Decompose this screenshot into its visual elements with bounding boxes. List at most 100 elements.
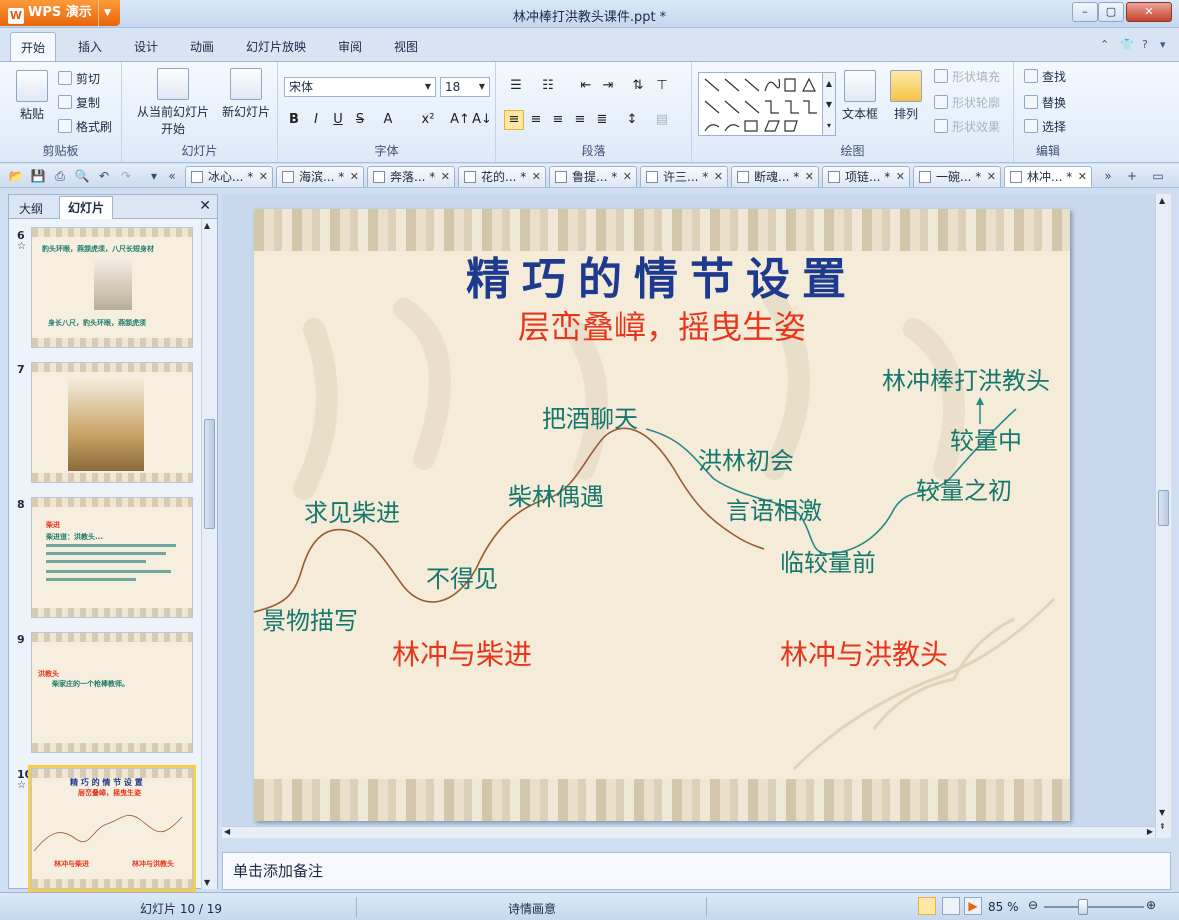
close-pane-icon[interactable]: ✕ — [199, 198, 211, 214]
tab-animation[interactable]: 动画 — [190, 38, 214, 55]
strikethrough-button[interactable]: S — [350, 110, 370, 130]
paste-button[interactable]: 粘贴 — [12, 70, 52, 122]
plot-label[interactable]: 景物描写 — [262, 601, 358, 636]
horizontal-scrollbar[interactable]: ◀ ▶ — [222, 826, 1155, 838]
zoom-out-icon[interactable]: ⊖ — [1028, 898, 1038, 912]
italic-button[interactable]: I — [306, 110, 326, 130]
superscript-icon[interactable]: x² — [418, 110, 438, 130]
text-direction-icon[interactable]: ⇅ — [628, 76, 648, 96]
notes-pane[interactable]: 单击添加备注 — [222, 852, 1171, 890]
plot-label[interactable]: 不得见 — [426, 559, 498, 594]
close-tab-icon[interactable]: ✕ — [805, 167, 814, 187]
slideshow-icon[interactable]: ▶ — [964, 897, 982, 915]
tab-insert[interactable]: 插入 — [78, 38, 102, 55]
slide-thumbnail[interactable]: 洪教头 柴家庄的一个枪棒教师。 — [31, 632, 193, 753]
justify-button[interactable]: ≡ — [570, 110, 590, 130]
font-color-icon[interactable]: A — [378, 110, 398, 130]
open-icon[interactable]: 📂 — [8, 168, 24, 184]
save-icon[interactable]: 💾 — [30, 168, 46, 184]
doc-tab[interactable]: 鲁提... * ✕ — [549, 166, 637, 187]
close-tab-icon[interactable]: ✕ — [1078, 167, 1087, 187]
doc-tab[interactable]: 花的... * ✕ — [458, 166, 546, 187]
undo-icon[interactable]: ↶ — [96, 168, 112, 184]
zoom-slider-handle[interactable] — [1078, 899, 1088, 915]
plot-label[interactable]: 较量中 — [950, 421, 1022, 456]
plot-label[interactable]: 林冲棒打洪教头 — [882, 361, 1050, 396]
replace-button[interactable]: 替换 — [1024, 94, 1066, 111]
bullet-list-icon[interactable]: ☰ — [506, 76, 526, 96]
plot-label[interactable]: 言语相激 — [726, 491, 822, 526]
format-painter-button[interactable]: 格式刷 — [58, 118, 112, 135]
copy-button[interactable]: 复制 — [58, 94, 100, 111]
close-tab-icon[interactable]: ✕ — [259, 167, 268, 187]
maximize-button[interactable]: ▢ — [1098, 2, 1124, 22]
tab-home[interactable]: 开始 — [10, 32, 57, 62]
close-tab-icon[interactable]: ✕ — [350, 167, 359, 187]
slide-thumbnail[interactable]: 豹头环眼，燕颔虎须，八尺长短身材 身长八尺，豹头环眼，燕颔虎须 — [31, 227, 193, 348]
scroll-thumb[interactable] — [204, 419, 215, 529]
shapes-scroll[interactable]: ▲ ▼ ▾ — [822, 72, 836, 136]
underline-button[interactable]: U — [328, 110, 348, 130]
cut-button[interactable]: 剪切 — [58, 70, 100, 87]
align-left-button[interactable]: ≡ — [504, 110, 524, 130]
zoom-slider-track[interactable] — [1044, 906, 1144, 908]
tab-view[interactable]: 视图 — [394, 38, 418, 55]
doc-tab[interactable]: 奔落... * ✕ — [367, 166, 455, 187]
slide-sorter-icon[interactable] — [942, 897, 960, 915]
previous-slide-icon[interactable]: ⇞ — [1159, 822, 1166, 831]
new-slide-button[interactable]: 新幻灯片 — [218, 68, 274, 120]
normal-view-icon[interactable] — [918, 897, 936, 915]
zoom-in-icon[interactable]: ⊕ — [1146, 898, 1156, 912]
new-tab-icon[interactable]: + — [1124, 168, 1140, 184]
numbered-list-icon[interactable]: ☷ — [538, 76, 558, 96]
scroll-down-icon[interactable]: ▼ — [204, 878, 210, 887]
textbox-button[interactable]: 文本框 — [838, 70, 882, 122]
help-dropdown-icon[interactable]: ▾ — [1160, 38, 1166, 51]
font-size-select[interactable]: 18 ▼ — [440, 77, 490, 97]
doc-tab[interactable]: 许三... * ✕ — [640, 166, 728, 187]
close-tab-icon[interactable]: ✕ — [441, 167, 450, 187]
font-family-select[interactable]: 宋体 ▼ — [284, 77, 436, 97]
print-preview-icon[interactable]: 🔍 — [74, 168, 90, 184]
shapes-gallery[interactable] — [698, 72, 828, 136]
close-tab-icon[interactable]: ✕ — [532, 167, 541, 187]
distributed-button[interactable]: ≣ — [592, 110, 612, 130]
tab-list-icon[interactable]: ▭ — [1150, 168, 1166, 184]
close-tab-icon[interactable]: ✕ — [714, 167, 723, 187]
section-label-left[interactable]: 林冲与柴进 — [392, 633, 532, 673]
close-tab-icon[interactable]: ✕ — [896, 167, 905, 187]
scroll-left-icon[interactable]: ◀ — [224, 827, 230, 836]
align-right-button[interactable]: ≡ — [548, 110, 568, 130]
scroll-tabs-right-icon[interactable]: » — [1100, 168, 1116, 184]
columns-icon[interactable]: ▤ — [652, 110, 672, 130]
plot-label[interactable]: 临较量前 — [780, 543, 876, 578]
plot-label[interactable]: 柴林偶遇 — [508, 477, 604, 512]
doc-tab-active[interactable]: 林冲... * ✕ — [1004, 166, 1092, 187]
plot-label[interactable]: 较量之初 — [916, 471, 1012, 506]
grow-font-icon[interactable]: A↑ — [450, 110, 470, 130]
line-spacing-icon[interactable]: ↕ — [622, 110, 642, 130]
slide-thumbnail[interactable]: 柴进 柴进道：洪教头... — [31, 497, 193, 618]
minimize-button[interactable]: – — [1072, 2, 1098, 22]
decrease-indent-icon[interactable]: ⇤ — [576, 76, 596, 96]
from-current-slide-button[interactable]: 从当前幻灯片 开始 — [128, 68, 218, 137]
scroll-tabs-left-icon[interactable]: « — [164, 168, 180, 184]
slides-pane-scrollbar[interactable]: ▲ ▼ — [201, 219, 217, 889]
section-label-right[interactable]: 林冲与洪教头 — [780, 633, 948, 673]
plot-label[interactable]: 把酒聊天 — [542, 399, 638, 434]
scroll-right-icon[interactable]: ▶ — [1147, 827, 1153, 836]
shape-outline-button[interactable]: 形状轮廓 — [934, 94, 1000, 111]
plot-label[interactable]: 洪林初会 — [698, 441, 794, 476]
help-icon[interactable]: ? — [1142, 38, 1148, 51]
close-tab-icon[interactable]: ✕ — [987, 167, 996, 187]
vertical-scrollbar[interactable]: ▲ ▼ ⇞ — [1155, 194, 1171, 838]
slide-title[interactable]: 精巧的情节设置 — [254, 243, 1070, 307]
arrange-button[interactable]: 排列 — [888, 70, 924, 122]
customize-toolbar-icon[interactable]: ▾ — [146, 168, 162, 184]
doc-tab[interactable]: 一碗... * ✕ — [913, 166, 1001, 187]
doc-tab[interactable]: 断魂... * ✕ — [731, 166, 819, 187]
shape-fill-button[interactable]: 形状填充 — [934, 68, 1000, 85]
slide-canvas[interactable]: 精巧的情节设置 层峦叠嶂，摇曳生姿 景物描写 求见柴进 不得见 柴林偶遇 把酒聊… — [254, 209, 1070, 821]
close-tab-icon[interactable]: ✕ — [623, 167, 632, 187]
shape-effect-button[interactable]: 形状效果 — [934, 118, 1000, 135]
